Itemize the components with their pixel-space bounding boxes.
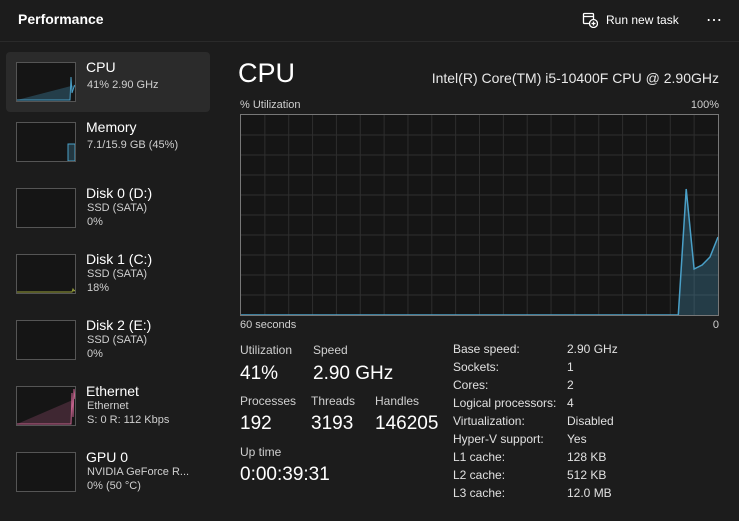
sidebar-item-detail: 0% bbox=[87, 348, 103, 360]
sidebar-item-ethernet[interactable]: Ethernet Ethernet S: 0 R: 112 Kbps bbox=[6, 376, 210, 436]
sidebar-item-gpu-0[interactable]: GPU 0 NVIDIA GeForce R... 0% (50 °C) bbox=[6, 442, 210, 502]
spec-value: 128 KB bbox=[567, 450, 607, 464]
handles-value: 146205 bbox=[375, 413, 439, 434]
sidebar-item-label: Disk 1 (C:) bbox=[86, 251, 153, 267]
run-new-task-label: Run new task bbox=[606, 13, 679, 27]
cpu-model-name: Intel(R) Core(TM) i5-10400F CPU @ 2.90GH… bbox=[431, 70, 719, 86]
spec-value: 2 bbox=[567, 378, 574, 392]
utilization-label: Utilization bbox=[240, 343, 293, 357]
spec-key: L3 cache: bbox=[453, 486, 506, 500]
spec-row: Logical processors: 4 bbox=[453, 396, 703, 414]
sidebar-item-detail: 41% 2.90 GHz bbox=[87, 79, 159, 91]
run-new-task-button[interactable]: Run new task bbox=[582, 8, 679, 32]
spec-row: Hyper-V support: Yes bbox=[453, 432, 703, 450]
spec-row: Sockets: 1 bbox=[453, 360, 703, 378]
sidebar: CPU 41% 2.90 GHz Memory 7.1/15.9 GB (45%… bbox=[0, 44, 214, 521]
spec-key: Hyper-V support: bbox=[453, 432, 544, 446]
processes-label: Processes bbox=[240, 394, 297, 408]
disk-2-thumbnail-graph bbox=[16, 320, 76, 360]
sidebar-item-detail: SSD (SATA) bbox=[87, 334, 148, 346]
spec-row: Base speed: 2.90 GHz bbox=[453, 342, 703, 360]
sidebar-item-disk-0[interactable]: Disk 0 (D:) SSD (SATA) 0% bbox=[6, 178, 210, 238]
uptime-label: Up time bbox=[240, 445, 282, 459]
sidebar-item-detail: NVIDIA GeForce R... bbox=[87, 466, 190, 478]
spec-key: Logical processors: bbox=[453, 396, 557, 410]
cpu-heading: CPU bbox=[238, 58, 296, 88]
graph-time-end-label: 0 bbox=[712, 319, 719, 331]
threads-value: 3193 bbox=[311, 413, 354, 434]
spec-value: Disabled bbox=[567, 414, 614, 428]
disk-0-thumbnail-graph bbox=[16, 188, 76, 228]
utilization-max-label: 100% bbox=[690, 99, 719, 111]
spec-value: 12.0 MB bbox=[567, 486, 612, 500]
threads-label: Threads bbox=[311, 394, 356, 408]
spec-value: 2.90 GHz bbox=[567, 342, 618, 356]
sidebar-item-cpu[interactable]: CPU 41% 2.90 GHz bbox=[6, 52, 210, 112]
sidebar-item-detail: Ethernet bbox=[87, 400, 129, 412]
sidebar-item-label: CPU bbox=[86, 59, 116, 75]
sidebar-item-detail: SSD (SATA) bbox=[87, 268, 148, 280]
cpu-detail-panel: CPU Intel(R) Core(TM) i5-10400F CPU @ 2.… bbox=[222, 44, 739, 521]
sidebar-item-label: GPU 0 bbox=[86, 449, 129, 465]
handles-label: Handles bbox=[375, 394, 420, 408]
sidebar-item-disk-2[interactable]: Disk 2 (E:) SSD (SATA) 0% bbox=[6, 310, 210, 370]
cpu-thumbnail-graph bbox=[16, 62, 76, 102]
ethernet-thumbnail-graph bbox=[16, 386, 76, 426]
speed-label: Speed bbox=[313, 343, 348, 357]
top-bar: Performance Run new task ⋯ bbox=[0, 0, 739, 42]
spec-value: 1 bbox=[567, 360, 574, 374]
sidebar-item-detail: SSD (SATA) bbox=[87, 202, 148, 214]
sidebar-item-detail: 18% bbox=[87, 282, 110, 294]
spec-key: Base speed: bbox=[453, 342, 520, 356]
sidebar-item-label: Disk 0 (D:) bbox=[86, 185, 153, 201]
sidebar-item-disk-1[interactable]: Disk 1 (C:) SSD (SATA) 18% bbox=[6, 244, 210, 304]
spec-key: Virtualization: bbox=[453, 414, 525, 428]
sidebar-item-detail: 0% (50 °C) bbox=[87, 480, 141, 492]
utilization-value: 41% bbox=[240, 363, 279, 384]
spec-key: Sockets: bbox=[453, 360, 500, 374]
spec-key: L1 cache: bbox=[453, 450, 506, 464]
spec-row: L2 cache: 512 KB bbox=[453, 468, 703, 486]
spec-key: L2 cache: bbox=[453, 468, 506, 482]
disk-1-thumbnail-graph bbox=[16, 254, 76, 294]
page-title: Performance bbox=[18, 11, 104, 27]
spec-value: Yes bbox=[567, 432, 587, 446]
more-options-icon[interactable]: ⋯ bbox=[706, 10, 723, 30]
sidebar-item-detail: 0% bbox=[87, 216, 103, 228]
processes-value: 192 bbox=[240, 413, 272, 434]
uptime-value: 0:00:39:31 bbox=[240, 464, 330, 485]
graph-time-span-label: 60 seconds bbox=[240, 319, 297, 331]
sidebar-item-label: Memory bbox=[86, 119, 137, 135]
spec-row: Virtualization: Disabled bbox=[453, 414, 703, 432]
run-task-icon bbox=[582, 12, 598, 28]
sidebar-item-detail: S: 0 R: 112 Kbps bbox=[87, 414, 170, 426]
memory-thumbnail-graph bbox=[16, 122, 76, 162]
spec-row: Cores: 2 bbox=[453, 378, 703, 396]
utilization-axis-label: % Utilization bbox=[240, 99, 301, 111]
sidebar-item-label: Disk 2 (E:) bbox=[86, 317, 152, 333]
spec-value: 512 KB bbox=[567, 468, 607, 482]
cpu-utilization-graph bbox=[240, 114, 719, 316]
sidebar-item-memory[interactable]: Memory 7.1/15.9 GB (45%) bbox=[6, 112, 210, 172]
sidebar-item-detail: 7.1/15.9 GB (45%) bbox=[87, 139, 179, 151]
spec-row: L3 cache: 12.0 MB bbox=[453, 486, 703, 504]
spec-row: L1 cache: 128 KB bbox=[453, 450, 703, 468]
spec-key: Cores: bbox=[453, 378, 489, 392]
spec-value: 4 bbox=[567, 396, 574, 410]
sidebar-item-label: Ethernet bbox=[86, 383, 139, 399]
gpu-0-thumbnail-graph bbox=[16, 452, 76, 492]
speed-value: 2.90 GHz bbox=[313, 363, 394, 384]
